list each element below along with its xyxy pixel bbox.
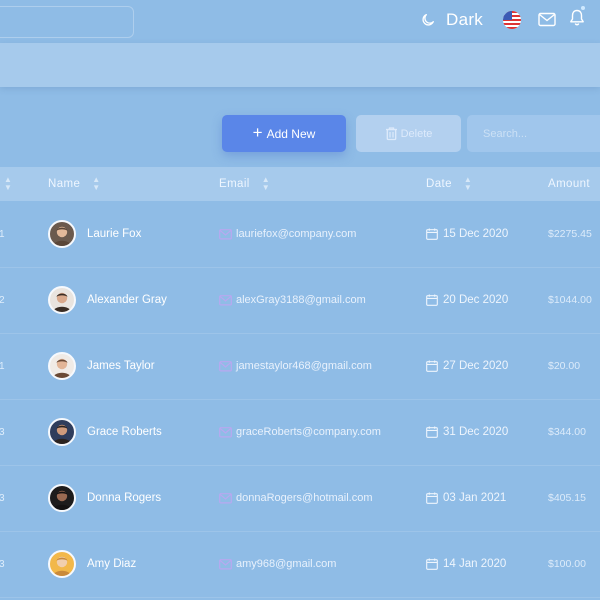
avatar (48, 484, 76, 512)
user-name: James Taylor (87, 360, 155, 372)
date-cell: 14 Jan 2020 (426, 531, 506, 597)
calendar-icon (426, 228, 438, 240)
calendar-icon (426, 558, 438, 570)
email-cell[interactable]: amy968@gmail.com (219, 531, 336, 597)
top-bar: Dark (0, 0, 600, 42)
add-new-button[interactable]: + Add New (222, 115, 346, 152)
date-text: 14 Jan 2020 (443, 558, 507, 570)
email-text: donnaRogers@hotmail.com (236, 492, 373, 504)
row-number: 3 (0, 426, 5, 438)
table-header: ▲ ▼ Name ▲ ▼ Email ▲ ▼ Date ▲ ▼ Amount (0, 167, 600, 201)
row-number: 1 (0, 228, 5, 240)
calendar-icon (426, 426, 438, 438)
row-number: 3 (0, 558, 5, 570)
date-text: 03 Jan 2021 (443, 492, 507, 504)
mail-icon (219, 294, 232, 306)
theme-label: Dark (446, 10, 484, 29)
column-header-index[interactable]: ▲ ▼ (4, 167, 12, 201)
date-cell: 20 Dec 2020 (426, 267, 508, 333)
amount-cell: $405.15 (548, 492, 586, 504)
plus-icon: + (252, 123, 263, 142)
table-row[interactable]: 1 Laurie Fox lauriefox@company.com 15 Dec 2… (0, 201, 600, 268)
user-name: Grace Roberts (87, 426, 162, 438)
date-cell: 15 Dec 2020 (426, 201, 508, 267)
date-cell: 27 Dec 2020 (426, 333, 508, 399)
table-row[interactable]: 3 Grace Roberts graceRoberts@company.com 31… (0, 399, 600, 466)
mail-icon (219, 360, 232, 372)
column-header-date[interactable]: Date ▲ ▼ (426, 167, 472, 201)
date-cell: 03 Jan 2021 (426, 465, 506, 531)
sort-icon: ▲ ▼ (463, 175, 473, 192)
user-name: Amy Diaz (87, 558, 137, 570)
bell-icon[interactable] (569, 9, 585, 27)
date-text: 31 Dec 2020 (443, 426, 509, 438)
add-new-label: Add New (266, 126, 316, 141)
amount-cell: $100.00 (548, 558, 586, 570)
mail-icon[interactable] (538, 12, 556, 27)
avatar (48, 418, 76, 446)
email-text: graceRoberts@company.com (236, 426, 381, 438)
delete-label: Delete (400, 127, 433, 140)
delete-button[interactable]: Delete (356, 115, 461, 152)
table-row[interactable]: 3 Donna Rogers donnaRogers@hotmail.com 03 J… (0, 465, 600, 532)
row-number: 2 (0, 294, 5, 306)
column-header-email[interactable]: Email ▲ ▼ (219, 167, 270, 201)
sort-icon: ▲ ▼ (92, 175, 101, 192)
moon-icon (422, 14, 434, 26)
calendar-icon (426, 294, 438, 306)
row-number: 3 (0, 492, 5, 504)
amount-cell: $20.00 (548, 360, 581, 372)
search-input[interactable] (481, 126, 595, 141)
date-cell: 31 Dec 2020 (426, 399, 508, 465)
table-row[interactable]: 3 Amy Diaz amy968@gmail.com 14 Jan 2020 $100… (0, 531, 600, 598)
sort-icon: ▲ ▼ (261, 175, 271, 192)
calendar-icon (426, 360, 438, 372)
avatar (48, 220, 76, 248)
user-name: Laurie Fox (87, 228, 142, 240)
amount-cell: $2275.45 (548, 228, 592, 240)
amount-cell: $344.00 (548, 426, 586, 438)
user-name: Alexander Gray (87, 294, 167, 306)
email-text: alexGray3188@gmail.com (236, 294, 366, 306)
sub-header-bar (0, 43, 600, 87)
amount-cell: $1044.00 (548, 294, 592, 306)
mail-icon (219, 558, 232, 570)
email-cell[interactable]: lauriefox@company.com (219, 201, 356, 267)
us-flag-icon[interactable] (503, 11, 521, 29)
email-text: jamestaylor468@gmail.com (236, 360, 372, 372)
avatar (48, 286, 76, 314)
email-cell[interactable]: donnaRogers@hotmail.com (219, 465, 373, 531)
user-name: Donna Rogers (87, 492, 162, 504)
notification-dot (581, 6, 585, 10)
search-box[interactable] (467, 115, 600, 152)
trash-icon (385, 127, 397, 141)
email-cell[interactable]: alexGray3188@gmail.com (219, 267, 366, 333)
email-text: amy968@gmail.com (236, 558, 337, 570)
sort-icon: ▲ ▼ (4, 175, 13, 192)
theme-toggle[interactable]: Dark (420, 8, 483, 32)
avatar (48, 352, 76, 380)
avatar (48, 550, 76, 578)
calendar-icon (426, 492, 438, 504)
mail-icon (219, 492, 232, 504)
table-row[interactable]: 1 James Taylor jamestaylor468@gmail.com 27 … (0, 333, 600, 400)
top-search-field[interactable] (0, 6, 134, 38)
email-cell[interactable]: graceRoberts@company.com (219, 399, 381, 465)
table-row[interactable]: 2 Alexander Gray alexGray3188@gmail.com 20 … (0, 267, 600, 334)
date-text: 20 Dec 2020 (443, 294, 509, 306)
date-text: 15 Dec 2020 (443, 228, 509, 240)
date-text: 27 Dec 2020 (443, 360, 509, 372)
mail-icon (219, 426, 232, 438)
column-header-amount[interactable]: Amount (548, 167, 590, 201)
column-header-name[interactable]: Name ▲ ▼ (48, 167, 101, 201)
mail-icon (219, 228, 232, 240)
row-number: 1 (0, 360, 5, 372)
email-cell[interactable]: jamestaylor468@gmail.com (219, 333, 372, 399)
email-text: lauriefox@company.com (236, 228, 357, 240)
